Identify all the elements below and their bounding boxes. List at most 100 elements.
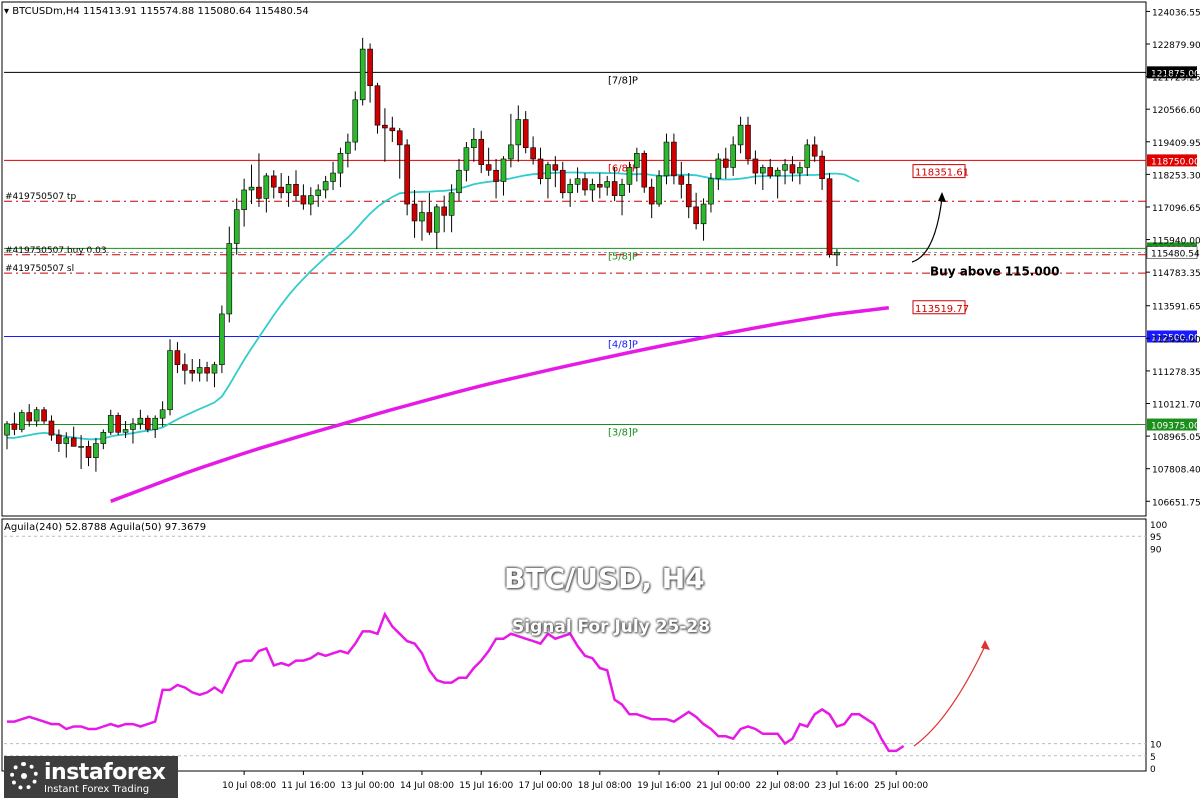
symbol-header: ▾ BTCUSDm,H4 115413.91 115574.88 115080.… [4, 6, 309, 17]
candle-body [122, 429, 129, 433]
time-tick-label: 17 Jul 00:00 [519, 781, 573, 791]
gear-logo-icon [10, 762, 38, 790]
time-tick-label: 19 Jul 16:00 [637, 781, 691, 791]
indicator-header: Aguila(240) 52.8788 Aguila(50) 97.3679 [4, 522, 207, 533]
candle-body [508, 144, 514, 160]
time-tick-label: 23 Jul 16:00 [815, 781, 869, 791]
watermark-title: BTC/USD, H4 [504, 562, 705, 595]
candle-body [745, 124, 751, 160]
candle-body [574, 178, 581, 185]
candle-body [604, 181, 611, 188]
candle-body [374, 85, 381, 126]
candle-body [767, 167, 774, 177]
indicator-tick-label: 95 [1150, 533, 1161, 543]
price-tick-label: 112435.00 [1152, 335, 1200, 345]
candle-body [819, 155, 825, 179]
candle-body [730, 144, 736, 168]
time-tick-label: 15 Jul 16:00 [459, 781, 513, 791]
candle-body [797, 167, 803, 174]
candle-body [515, 119, 522, 146]
main-plot-frame [1, 1, 1147, 517]
logo-tagline: Instant Forex Trading [44, 784, 150, 795]
current-price-tag-label: 115480.54 [1151, 250, 1200, 260]
candle-body [233, 209, 240, 244]
candle-body [522, 119, 529, 149]
candle-body [85, 446, 92, 458]
candle-body [485, 164, 492, 171]
candle-body [552, 164, 559, 171]
candle-body [182, 364, 188, 371]
candle-body [589, 184, 596, 191]
candle-body [263, 175, 270, 199]
ema-fast-label: 118351.61 [915, 168, 969, 179]
candle-body [700, 203, 707, 225]
ema-slow-label: 113519.77 [915, 304, 969, 315]
candle-body [456, 169, 462, 194]
candle-body [708, 178, 714, 205]
price-tick-label: 114783.35 [1152, 269, 1200, 279]
candle-body [308, 195, 314, 205]
order-label: #419750507 tp [5, 192, 76, 202]
indicator-axis: 100 95 90 10 5 0 [1150, 521, 1167, 775]
candle-body [441, 206, 447, 216]
candle-body [270, 175, 277, 188]
candle-body [389, 127, 396, 132]
candle-body [315, 189, 322, 196]
candle-body [752, 158, 759, 174]
instaforex-logo: instaforex Instant Forex Trading [4, 756, 178, 798]
candle-body [256, 186, 262, 199]
watermark-subtitle: Signal For July 25-28 [512, 617, 711, 637]
candle-body [648, 186, 655, 205]
candle-body [411, 203, 418, 222]
price-tick-label: 113591.65 [1152, 303, 1200, 313]
price-tick-label: 118253.30 [1152, 171, 1200, 181]
time-tick-label: 21 Jul 00:00 [696, 781, 750, 791]
time-tick-label: 10 Jul 08:00 [222, 781, 276, 791]
candle-body [611, 181, 618, 196]
candle-body [204, 367, 210, 374]
price-tick-label: 106651.75 [1152, 498, 1200, 508]
candle-body [811, 144, 818, 157]
candle-body [530, 147, 536, 160]
order-label: #419750507 buy 0.03 [5, 246, 107, 256]
candle-body [367, 48, 373, 87]
candle-body [189, 369, 196, 374]
candle-body [626, 167, 633, 185]
candle-body [685, 184, 692, 208]
candle-body [115, 415, 121, 433]
candle-body [300, 195, 307, 205]
candle-body [93, 443, 99, 458]
candle-body [448, 192, 455, 216]
candle-body [471, 138, 477, 149]
price-tick-label: 107808.40 [1152, 466, 1200, 476]
price-tick-label: 122879.90 [1152, 41, 1200, 51]
candle-body [619, 184, 625, 196]
time-tick-label: 18 Jul 08:00 [578, 781, 632, 791]
candle-body [100, 431, 107, 444]
candle-body [41, 409, 47, 422]
price-tick-label: 111278.35 [1152, 368, 1200, 378]
candle-body [70, 437, 77, 447]
murray-price-tag-label: 118750.00 [1151, 157, 1200, 167]
candle-body [559, 169, 566, 194]
candle-body [641, 153, 648, 188]
time-tick-label: 22 Jul 08:00 [756, 781, 810, 791]
candle-body [834, 252, 840, 256]
candle-body [656, 175, 662, 205]
candle-body [19, 412, 25, 430]
candle-body [500, 158, 507, 182]
price-tick-label: 119409.95 [1152, 139, 1200, 149]
candle-body [159, 409, 166, 419]
time-tick-label: 11 Jul 16:00 [281, 781, 335, 791]
candle-body [404, 144, 410, 205]
candle-body [285, 184, 292, 194]
dropdown-triangle-icon[interactable]: ▾ [4, 6, 9, 17]
logo-brand: instaforex [44, 760, 166, 785]
candle-body [248, 186, 255, 191]
price-axis: 121875.00118750.00115625.00112500.001093… [1146, 8, 1200, 508]
candle-body [293, 184, 299, 196]
murray-line-label: [4/8]P [608, 339, 638, 350]
candle-body [130, 423, 136, 430]
murray-line-label: [5/8]P [608, 251, 638, 262]
candle-body [382, 124, 388, 129]
